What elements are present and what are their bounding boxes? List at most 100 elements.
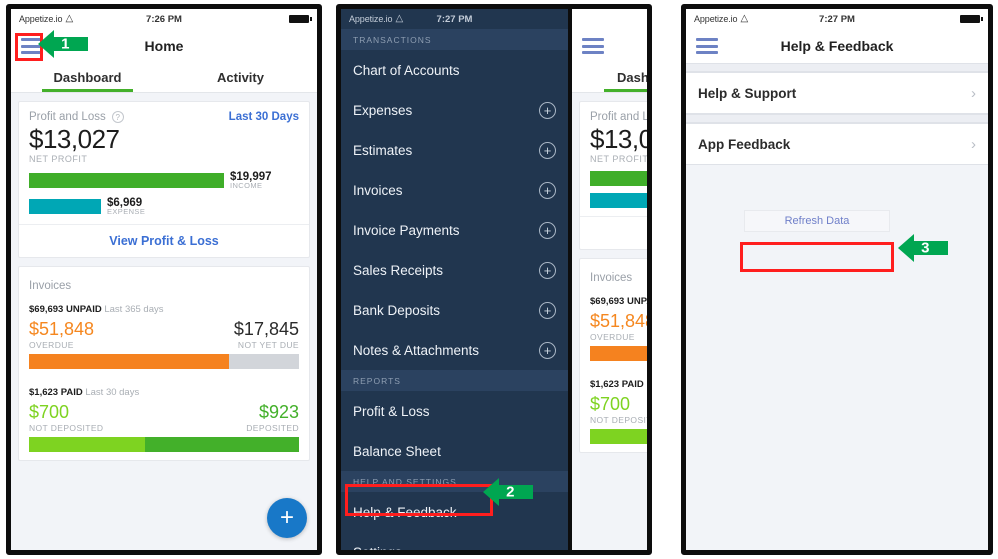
- date-range-link[interactable]: Last 30 Days: [229, 111, 299, 123]
- drawer-item-label: Estimates: [353, 142, 413, 158]
- tab-dashboard[interactable]: Dashboard: [572, 63, 647, 92]
- list-item-app-feedback[interactable]: App Feedback ›: [686, 123, 988, 165]
- profit-loss-card[interactable]: Profit and Loss ? Last 30 Days $13,027 N…: [18, 101, 310, 258]
- tab-dashboard[interactable]: Dashboard: [11, 63, 164, 92]
- drawer-item-label: Help & Feedback: [353, 504, 457, 520]
- chevron-right-icon: ›: [971, 135, 976, 153]
- navigation-drawer[interactable]: Appetize.io △ 7:27 PM TRANSACTIONS Chart…: [341, 9, 568, 550]
- peek-not-deposited-label: NOT DEPOSITED: [590, 415, 647, 425]
- drawer-item-invoices[interactable]: Invoices +: [341, 170, 568, 210]
- phone-panel-2: Appetize.io △ 7:27 PM TRANSACTIONS Chart…: [336, 4, 652, 555]
- paid-line: $1,623 PAID Last 30 days: [29, 387, 299, 398]
- drawer-section-reports: REPORTS: [341, 370, 568, 391]
- plus-circle-icon[interactable]: +: [539, 341, 556, 359]
- tab-activity[interactable]: Activity: [164, 63, 317, 92]
- panel3-status-bar: Appetize.io △ 7:27 PM: [686, 9, 988, 29]
- list-mid-spacer: [686, 114, 988, 123]
- refresh-data-button[interactable]: Refresh Data: [744, 210, 890, 232]
- screenshot-board: Appetize.io △ 7:26 PM Home Dashboard Act…: [0, 0, 998, 559]
- add-transaction-fab[interactable]: +: [267, 498, 307, 538]
- panel3-nav-bar: Help & Feedback: [686, 29, 988, 63]
- carrier-label: Appetize.io: [349, 14, 393, 24]
- chevron-right-icon: ›: [971, 84, 976, 102]
- panel3-body: Refresh Data: [686, 165, 988, 550]
- hamburger-menu-icon[interactable]: [696, 38, 718, 54]
- deposited-label: DEPOSITED: [246, 423, 299, 433]
- peek-scroll-area: Profit and Loss $13,027 NET PROFIT: [572, 93, 647, 550]
- drawer-item-invoice-payments[interactable]: Invoice Payments +: [341, 210, 568, 250]
- step-marker-3: 3: [898, 232, 948, 264]
- drawer-item-label: Balance Sheet: [353, 443, 441, 459]
- drawer-item-chart-of-accounts[interactable]: Chart of Accounts: [341, 50, 568, 90]
- paid-amount: $1,623 PAID: [29, 387, 83, 398]
- unpaid-progress-bar: [29, 354, 299, 369]
- peek-paid-line: $1,623 PAID: [590, 379, 647, 390]
- drawer-item-bank-deposits[interactable]: Bank Deposits +: [341, 290, 568, 330]
- deposited-segment: [145, 437, 299, 452]
- drawer-item-help-feedback[interactable]: Help & Feedback: [341, 492, 568, 532]
- drawer-item-notes-attachments[interactable]: Notes & Attachments +: [341, 330, 568, 370]
- refresh-data-label: Refresh Data: [784, 215, 850, 227]
- step-marker-2: 2: [483, 476, 533, 508]
- plus-circle-icon[interactable]: +: [539, 141, 556, 159]
- panel1-scroll-area[interactable]: Profit and Loss ? Last 30 Days $13,027 N…: [11, 93, 317, 550]
- wifi-icon: △: [740, 13, 749, 24]
- drawer-item-sales-receipts[interactable]: Sales Receipts +: [341, 250, 568, 290]
- not-yet-due-segment: [228, 354, 299, 369]
- peek-unpaid-line: $69,693 UNPAID: [590, 296, 647, 307]
- peek-notdep-segment: [590, 429, 647, 444]
- battery-full-icon: [960, 15, 983, 23]
- expense-label: EXPENSE: [107, 207, 146, 216]
- overdue-value: $51,848: [29, 319, 95, 339]
- view-profit-loss-label: View Profit & Loss: [109, 234, 219, 248]
- income-bar-row: $19,997 INCOME: [29, 171, 299, 190]
- peek-invoices-title: Invoices: [590, 272, 633, 284]
- drawer-item-label: Sales Receipts: [353, 262, 444, 278]
- drawer-section-transactions: TRANSACTIONS: [341, 29, 568, 50]
- drawer-item-profit-loss[interactable]: Profit & Loss: [341, 391, 568, 431]
- panel2-screen: Appetize.io △ 7:27 PM TRANSACTIONS Chart…: [341, 9, 647, 550]
- panel1-status-bar: Appetize.io △ 7:26 PM: [11, 9, 317, 29]
- income-bar: [29, 173, 224, 188]
- peek-net-profit-label: NET PROFIT: [590, 154, 647, 164]
- view-profit-loss-button[interactable]: View Profit & Loss: [19, 224, 309, 257]
- plus-circle-icon[interactable]: +: [539, 221, 556, 239]
- not-yet-due-label: NOT YET DUE: [237, 340, 299, 350]
- paid-values-row: $700 NOT DEPOSITED $923 DEPOSITED: [29, 402, 299, 433]
- profit-loss-card-header: Profit and Loss ? Last 30 Days: [29, 111, 299, 123]
- unpaid-amount: $69,693 UNPAID: [29, 304, 102, 315]
- list-item-label: App Feedback: [698, 136, 791, 152]
- drawer-item-estimates[interactable]: Estimates +: [341, 130, 568, 170]
- drawer-item-label: Chart of Accounts: [353, 62, 460, 78]
- plus-circle-icon[interactable]: +: [539, 261, 556, 279]
- carrier-label: Appetize.io: [694, 14, 738, 24]
- invoices-card[interactable]: Invoices $69,693 UNPAID Last 365 days $5…: [18, 266, 310, 461]
- peek-card-title: Profit and Loss: [590, 111, 647, 123]
- plus-icon: +: [279, 504, 294, 531]
- net-profit-value: $13,027: [29, 124, 120, 154]
- panel1-tabs: Dashboard Activity: [11, 63, 317, 93]
- peek-tabs: Dashboard: [572, 63, 647, 93]
- peek-invoices-card: Invoices $69,693 UNPAID $51,848 OVERDUE: [579, 258, 647, 453]
- overdue-segment: [29, 354, 229, 369]
- step-marker-1: 1: [38, 28, 88, 60]
- invoices-card-title: Invoices: [29, 280, 72, 292]
- drawer-item-balance-sheet[interactable]: Balance Sheet: [341, 431, 568, 471]
- plus-circle-icon[interactable]: +: [539, 181, 556, 199]
- question-mark-icon[interactable]: ?: [111, 111, 124, 123]
- plus-circle-icon[interactable]: +: [539, 301, 556, 319]
- peek-expense-bar: [590, 193, 647, 208]
- drawer-item-settings[interactable]: Settings: [341, 532, 568, 551]
- not-deposited-label: NOT DEPOSITED: [29, 423, 104, 433]
- dashboard-peek[interactable]: Dashboard Profit and Loss $13,027: [568, 9, 647, 550]
- peek-overdue-value: $51,848: [590, 311, 647, 331]
- drawer-item-label: Profit & Loss: [353, 403, 430, 419]
- not-deposited-value: $700: [29, 402, 70, 422]
- drawer-item-expenses[interactable]: Expenses +: [341, 90, 568, 130]
- deposited-value: $923: [258, 402, 299, 422]
- plus-circle-icon[interactable]: +: [539, 101, 556, 119]
- peek-net-profit-value: $13,027: [590, 124, 647, 154]
- list-item-help-support[interactable]: Help & Support ›: [686, 72, 988, 114]
- peek-nav-bar: [572, 29, 647, 63]
- hamburger-menu-icon[interactable]: [582, 38, 604, 54]
